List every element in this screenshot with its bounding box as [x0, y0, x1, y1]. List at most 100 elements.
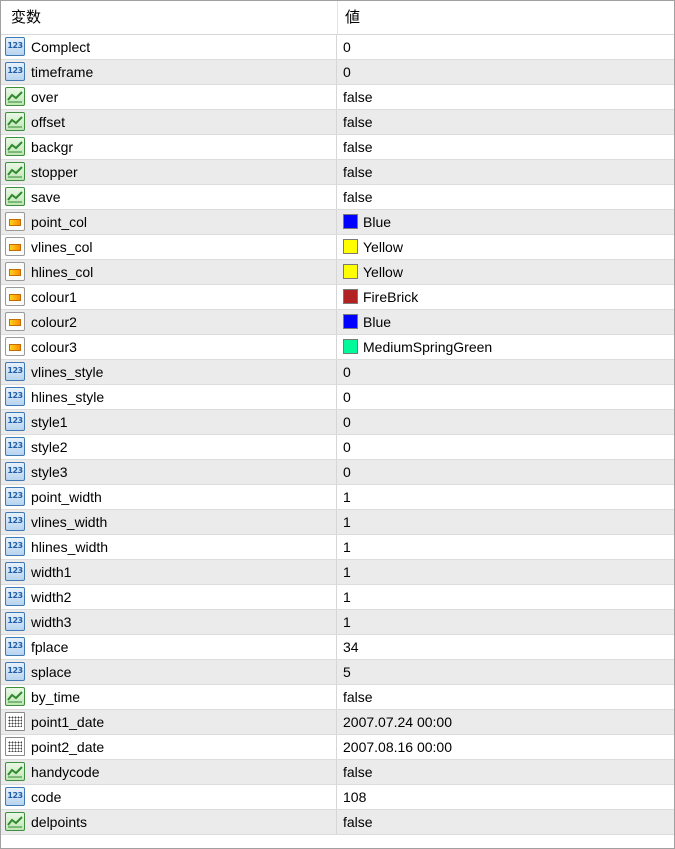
parameter-name-cell[interactable]: 123 splace	[1, 660, 337, 684]
parameter-value-cell[interactable]: false	[338, 160, 674, 184]
parameter-name-cell[interactable]: colour1	[1, 285, 337, 309]
parameter-value-cell[interactable]: Blue	[338, 310, 674, 334]
parameter-name-cell[interactable]: 123 fplace	[1, 635, 337, 659]
color-type-icon	[5, 287, 25, 306]
parameter-name-cell[interactable]: colour3	[1, 335, 337, 359]
parameter-name-cell[interactable]: 123 style2	[1, 435, 337, 459]
parameter-value-cell[interactable]: 1	[338, 485, 674, 509]
parameter-name-cell[interactable]: hlines_col	[1, 260, 337, 284]
parameter-value-cell[interactable]: 0	[338, 385, 674, 409]
parameter-name-cell[interactable]: 123 timeframe	[1, 60, 337, 84]
parameter-row-vlines-col[interactable]: vlines_col Yellow	[1, 235, 674, 260]
parameter-name-cell[interactable]: over	[1, 85, 337, 109]
parameter-name-cell[interactable]: point1_date	[1, 710, 337, 734]
parameter-value-cell[interactable]: 0	[338, 435, 674, 459]
parameter-value-cell[interactable]: 1	[338, 610, 674, 634]
parameter-value-cell[interactable]: 1	[338, 585, 674, 609]
parameter-value-cell[interactable]: false	[338, 110, 674, 134]
parameter-value-cell[interactable]: false	[338, 685, 674, 709]
parameter-name-cell[interactable]: 123 style1	[1, 410, 337, 434]
parameter-value-cell[interactable]: 108	[338, 785, 674, 809]
parameter-row-timeframe[interactable]: 123 timeframe 0	[1, 60, 674, 85]
parameter-name-cell[interactable]: handycode	[1, 760, 337, 784]
parameter-row-complect[interactable]: 123 Complect 0	[1, 35, 674, 60]
parameter-row-hlines-style[interactable]: 123 hlines_style 0	[1, 385, 674, 410]
parameter-value-cell[interactable]: 1	[338, 560, 674, 584]
parameter-row-style1[interactable]: 123 style1 0	[1, 410, 674, 435]
parameter-row-backgr[interactable]: backgr false	[1, 135, 674, 160]
parameter-value-cell[interactable]: false	[338, 185, 674, 209]
parameter-name-cell[interactable]: 123 width2	[1, 585, 337, 609]
parameter-value-cell[interactable]: 2007.07.24 00:00	[338, 710, 674, 734]
parameter-name-cell[interactable]: 123 width1	[1, 560, 337, 584]
parameter-row-style3[interactable]: 123 style3 0	[1, 460, 674, 485]
parameter-row-vlines-width[interactable]: 123 vlines_width 1	[1, 510, 674, 535]
parameter-row-over[interactable]: over false	[1, 85, 674, 110]
parameter-name-cell[interactable]: point2_date	[1, 735, 337, 759]
parameter-row-code[interactable]: 123 code 108	[1, 785, 674, 810]
parameter-value-cell[interactable]: 0	[338, 410, 674, 434]
parameter-name-cell[interactable]: 123 point_width	[1, 485, 337, 509]
parameter-row-save[interactable]: save false	[1, 185, 674, 210]
parameter-value-cell[interactable]: MediumSpringGreen	[338, 335, 674, 359]
parameter-row-vlines-style[interactable]: 123 vlines_style 0	[1, 360, 674, 385]
parameter-value-cell[interactable]: false	[338, 810, 674, 834]
parameter-row-offset[interactable]: offset false	[1, 110, 674, 135]
parameter-row-colour2[interactable]: colour2 Blue	[1, 310, 674, 335]
parameter-value-cell[interactable]: Yellow	[338, 260, 674, 284]
parameter-row-delpoints[interactable]: delpoints false	[1, 810, 674, 835]
parameter-value-cell[interactable]: false	[338, 135, 674, 159]
parameter-row-point1-date[interactable]: point1_date 2007.07.24 00:00	[1, 710, 674, 735]
parameter-name-cell[interactable]: 123 width3	[1, 610, 337, 634]
parameter-value-cell[interactable]: 0	[338, 60, 674, 84]
parameter-value-cell[interactable]: FireBrick	[338, 285, 674, 309]
parameter-name-cell[interactable]: 123 vlines_width	[1, 510, 337, 534]
parameter-row-colour1[interactable]: colour1 FireBrick	[1, 285, 674, 310]
parameter-name-cell[interactable]: 123 code	[1, 785, 337, 809]
parameter-name-cell[interactable]: save	[1, 185, 337, 209]
parameter-name-cell[interactable]: colour2	[1, 310, 337, 334]
parameter-value-cell[interactable]: 1	[338, 535, 674, 559]
parameter-value-cell[interactable]: 0	[338, 460, 674, 484]
parameter-row-width2[interactable]: 123 width2 1	[1, 585, 674, 610]
parameter-name-cell[interactable]: by_time	[1, 685, 337, 709]
parameter-row-hlines-col[interactable]: hlines_col Yellow	[1, 260, 674, 285]
parameter-row-style2[interactable]: 123 style2 0	[1, 435, 674, 460]
parameter-row-width3[interactable]: 123 width3 1	[1, 610, 674, 635]
parameter-name-cell[interactable]: 123 hlines_width	[1, 535, 337, 559]
parameter-row-by-time[interactable]: by_time false	[1, 685, 674, 710]
parameter-name-cell[interactable]: 123 vlines_style	[1, 360, 337, 384]
column-separator[interactable]	[337, 1, 338, 34]
parameter-row-stopper[interactable]: stopper false	[1, 160, 674, 185]
parameter-name-cell[interactable]: backgr	[1, 135, 337, 159]
parameter-value-cell[interactable]: 0	[338, 360, 674, 384]
column-header-variable[interactable]: 変数	[11, 1, 41, 34]
parameter-row-splace[interactable]: 123 splace 5	[1, 660, 674, 685]
parameter-name-cell[interactable]: 123 hlines_style	[1, 385, 337, 409]
parameter-name-cell[interactable]: vlines_col	[1, 235, 337, 259]
parameter-name-cell[interactable]: point_col	[1, 210, 337, 234]
parameter-row-point-col[interactable]: point_col Blue	[1, 210, 674, 235]
parameter-row-hlines-width[interactable]: 123 hlines_width 1	[1, 535, 674, 560]
parameter-name-cell[interactable]: offset	[1, 110, 337, 134]
parameter-value-cell[interactable]: 5	[338, 660, 674, 684]
parameter-value-cell[interactable]: false	[338, 760, 674, 784]
parameter-value-cell[interactable]: 0	[338, 35, 674, 59]
parameter-row-point2-date[interactable]: point2_date 2007.08.16 00:00	[1, 735, 674, 760]
parameter-value-cell[interactable]: 1	[338, 510, 674, 534]
parameter-row-fplace[interactable]: 123 fplace 34	[1, 635, 674, 660]
parameter-name-cell[interactable]: 123 style3	[1, 460, 337, 484]
parameter-name-cell[interactable]: delpoints	[1, 810, 337, 834]
parameter-row-handycode[interactable]: handycode false	[1, 760, 674, 785]
parameter-value-cell[interactable]: Yellow	[338, 235, 674, 259]
parameter-value-cell[interactable]: 2007.08.16 00:00	[338, 735, 674, 759]
parameter-row-width1[interactable]: 123 width1 1	[1, 560, 674, 585]
parameter-name-cell[interactable]: stopper	[1, 160, 337, 184]
column-header-value[interactable]: 値	[345, 1, 360, 34]
parameter-value-cell[interactable]: Blue	[338, 210, 674, 234]
parameter-value-cell[interactable]: false	[338, 85, 674, 109]
parameter-row-colour3[interactable]: colour3 MediumSpringGreen	[1, 335, 674, 360]
parameter-value-cell[interactable]: 34	[338, 635, 674, 659]
parameter-name-cell[interactable]: 123 Complect	[1, 35, 337, 59]
parameter-row-point-width[interactable]: 123 point_width 1	[1, 485, 674, 510]
